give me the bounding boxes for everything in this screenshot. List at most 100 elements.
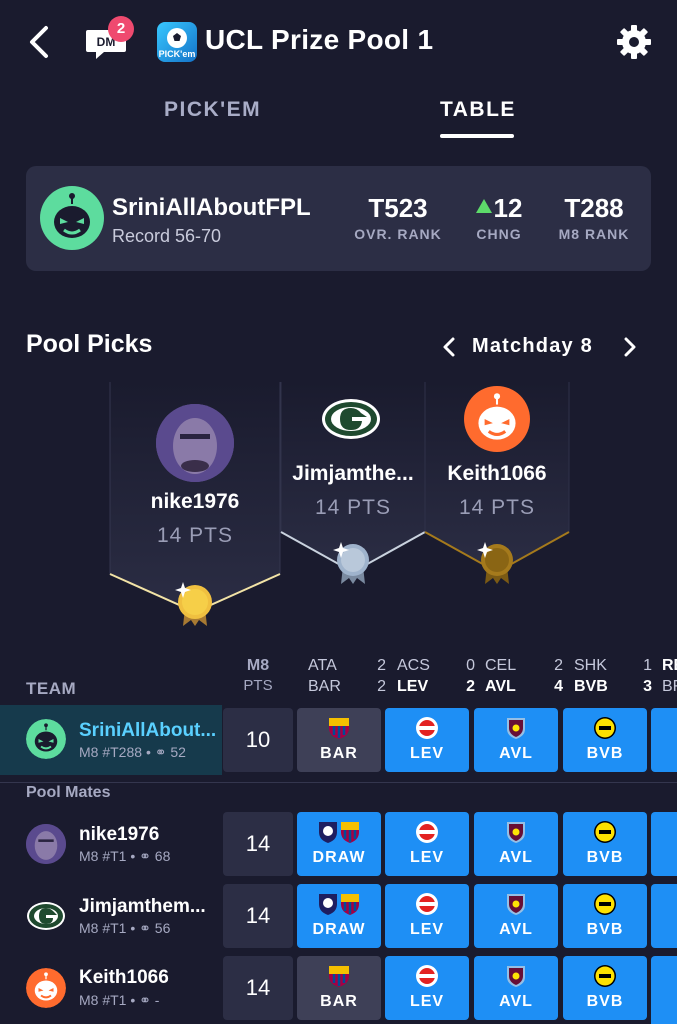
pick-cell[interactable]: LEV [385,812,469,876]
aston-villa-crest-icon [507,966,525,987]
user-summary-card: SriniAllAboutFPL Record 56-70 T523 OVR. … [26,166,651,271]
pick-cell[interactable] [651,812,677,876]
tab-pickem[interactable]: PICK'EM [164,98,261,122]
podium-third[interactable]: Keith1066 14 PTS [424,382,570,592]
pick-label: AVL [499,849,533,866]
my-team-points: 10 [223,708,293,772]
home-score: 2 [377,657,386,674]
match-header: CEL 2 AVL 4 [485,657,563,699]
away-team: BVB [574,678,608,695]
my-team-rank: M8 #T288 [79,744,143,760]
mate-subline: M8 #T1 • ⚭ - [79,992,159,1009]
gear-icon[interactable] [614,22,654,62]
matchday-rank-stat: T288 M8 RANK [546,194,642,242]
mate-name[interactable]: Jimjamthem... [79,896,206,918]
pick-cell[interactable]: BVB [563,812,647,876]
robot-avatar-icon [26,719,66,759]
pick-cell[interactable]: LEV [385,956,469,1020]
gold-medal-icon [175,582,212,626]
podium-first-name: nike1976 [150,490,240,513]
rank-change-value: 12 [493,193,523,223]
robot-avatar-icon [40,186,104,250]
aston-villa-crest-icon [507,822,525,843]
pick-cell[interactable]: AVL [474,812,558,876]
separator-dot: • [130,848,140,864]
my-team-name: SriniAllAbout... [79,720,217,741]
coins-icon: ⚭ [139,992,151,1008]
match-header: RE BF [662,657,677,699]
mate-rank: M8 #T1 [79,848,127,864]
mate-coins: 56 [154,920,171,936]
rank-change-label: CHNG [476,226,522,242]
separator-dot: • [130,992,140,1008]
pick-cell[interactable]: BVB [563,884,647,948]
packers-logo-icon [322,399,380,439]
pick-label: BAR [320,745,358,762]
match-header: ATA 2 BAR 2 [308,657,386,699]
mate-points: 14 [223,812,293,876]
section-divider [0,782,677,783]
avatar [156,404,234,482]
home-team: SHK [574,657,607,674]
points-column-header[interactable]: M8 PTS [240,657,276,694]
pick-label: DRAW [312,921,366,938]
away-team: BAR [308,678,341,695]
pick-cell[interactable]: BVB [563,956,647,1020]
pick-label: BVB [586,849,624,866]
pool-picks-title: Pool Picks [26,330,153,358]
pick-cell[interactable] [651,956,677,1024]
user-photo-icon [26,824,66,864]
podium-first[interactable]: nike1976 14 PTS [109,382,281,632]
mate-points: 14 [223,884,293,948]
pick-label: BVB [586,921,624,938]
tab-table[interactable]: TABLE [440,98,516,122]
avatar [26,824,66,864]
app-logo-text: PICK'em [158,49,196,59]
overall-rank-label: OVR. RANK [354,226,442,242]
dortmund-crest-icon [594,717,616,739]
away-score: 4 [554,678,563,695]
pick-cell[interactable] [651,708,677,772]
mate-name[interactable]: Keith1066 [79,967,169,989]
pick-cell[interactable]: DRAW [297,884,381,948]
pick-label: BVB [586,993,624,1010]
mate-rank: M8 #T1 [79,992,127,1008]
pick-cell[interactable]: AVL [474,884,558,948]
pick-cell[interactable]: AVL [474,708,558,772]
home-team: RE [662,657,677,674]
pick-cell[interactable]: BAR [297,708,381,772]
home-score: 0 [466,657,475,674]
pick-label: DRAW [312,849,366,866]
podium-third-points: 14 PTS [458,496,536,519]
pick-cell[interactable]: LEV [385,708,469,772]
away-score: 3 [643,678,652,695]
pick-cell[interactable]: AVL [474,956,558,1020]
mate-coins: 68 [154,848,171,864]
home-score: 1 [643,657,652,674]
pick-cell[interactable]: DRAW [297,812,381,876]
chevron-left-icon[interactable] [441,336,457,358]
back-arrow-icon[interactable] [22,22,58,62]
draw-crests-icon [319,894,359,915]
leverkusen-crest-icon [416,893,438,915]
dortmund-crest-icon [594,893,616,915]
dortmund-crest-icon [594,965,616,987]
mate-name[interactable]: nike1976 [79,824,159,846]
pick-cell[interactable]: LEV [385,884,469,948]
podium-second-name: Jimjamthe... [292,462,414,485]
matchday-label: Matchday 8 [472,335,593,357]
barcelona-crest-icon [329,718,349,739]
chevron-right-icon[interactable] [622,336,638,358]
my-team-subline: M8 #T288 • ⚭ 52 [79,744,186,761]
pick-cell[interactable] [651,884,677,948]
pick-label: AVL [499,745,533,762]
coins-icon: ⚭ [139,848,151,864]
pick-label: AVL [499,921,533,938]
pick-cell[interactable]: BVB [563,708,647,772]
coins-icon: ⚭ [139,920,151,936]
dm-unread-badge: 2 [108,16,134,42]
pick-label: BAR [320,993,358,1010]
pick-cell[interactable]: BAR [297,956,381,1020]
podium-first-points: 14 PTS [156,524,234,547]
podium-second[interactable]: Jimjamthe... 14 PTS [280,382,426,592]
